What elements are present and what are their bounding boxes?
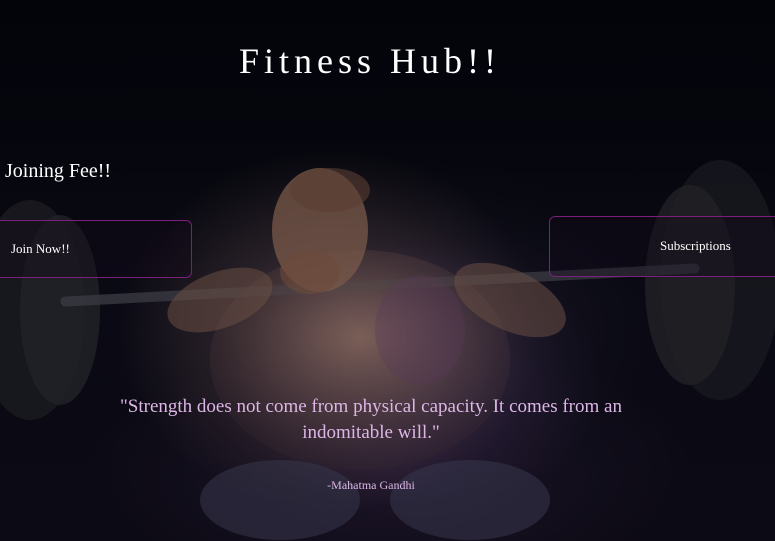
page-title: Fitness Hub!! [239, 41, 501, 81]
quote-author: -Mahatma Gandhi [327, 478, 415, 492]
fitness-hub-page: Fitness Hub!! Joining Fee!! Join Now!! S… [0, 0, 775, 541]
quote-text: "Strength does not come from physical ca… [120, 396, 622, 443]
join-now-label: Join Now!! [11, 241, 70, 256]
subscriptions-label: Subscriptions [660, 238, 731, 253]
join-now-button[interactable]: Join Now!! [0, 220, 192, 278]
subscriptions-button[interactable]: Subscriptions [549, 216, 775, 277]
joining-fee-label: Joining Fee!! [5, 160, 112, 182]
